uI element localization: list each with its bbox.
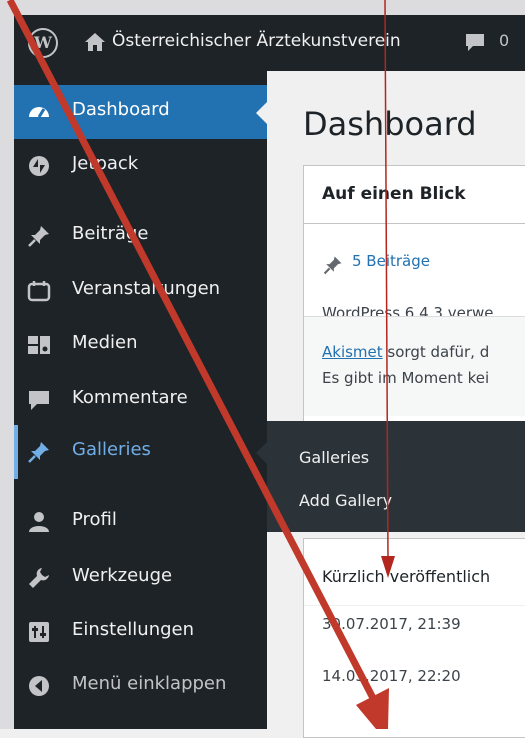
site-name-link[interactable]: Österreichischer Ärztekunstverein <box>112 31 401 51</box>
sidebar-item-tools[interactable]: Werkzeuge <box>14 551 267 605</box>
akismet-link[interactable]: Akismet <box>322 343 383 361</box>
sidebar-item-label: Dashboard <box>72 99 170 120</box>
sidebar-item-label: Menü einklappen <box>72 673 227 694</box>
akismet-line: Akismet sorgt dafür, d <box>322 343 489 361</box>
sidebar-item-media[interactable]: Medien <box>14 318 267 372</box>
panel-title: Auf einen Blick <box>322 184 466 204</box>
sidebar-item-label: Galleries <box>72 439 151 460</box>
activity-heading: Kürzlich veröffentlich <box>322 567 491 586</box>
sidebar-item-label: Profil <box>72 509 117 530</box>
dashboard-icon <box>29 107 49 118</box>
active-indicator <box>14 425 18 479</box>
pin-icon <box>28 226 49 247</box>
jetpack-icon <box>29 156 49 176</box>
calendar-icon <box>27 281 51 302</box>
sidebar-item-profile[interactable]: Profil <box>14 495 267 549</box>
admin-bar: W Österreichischer Ärztekunstverein 0 <box>14 15 525 71</box>
comment-icon <box>29 391 49 410</box>
main-content: Dashboard Auf einen Blick 5 Beiträge Wor… <box>267 71 525 738</box>
sidebar-item-label: Jetpack <box>72 153 139 174</box>
wrench-icon <box>29 568 49 588</box>
sidebar-item-dashboard[interactable]: Dashboard <box>14 85 267 139</box>
user-icon <box>29 512 49 532</box>
akismet-status-text: Es gibt im Moment kei <box>322 369 490 387</box>
page-title: Dashboard <box>303 105 477 143</box>
current-item-notch <box>256 102 267 124</box>
submenu-item-add-gallery[interactable]: Add Gallery <box>299 491 392 510</box>
sidebar-item-label: Medien <box>72 332 138 353</box>
admin-sidebar: Dashboard Jetpack Beiträge Veranstaltung <box>14 71 267 729</box>
activity-row-date: 14.03.2017, 22:20 <box>322 667 461 685</box>
activity-row-date: 30.07.2017, 21:39 <box>322 615 461 633</box>
panel-header[interactable]: Auf einen Blick <box>304 166 525 224</box>
media-icon <box>28 336 50 354</box>
posts-count-link[interactable]: 5 Beiträge <box>352 252 430 270</box>
collapse-menu-button[interactable]: Menü einklappen <box>14 659 267 713</box>
screen: W Österreichischer Ärztekunstverein 0 Da… <box>0 0 525 738</box>
at-a-glance-panel: Auf einen Blick 5 Beiträge WordPress 6.4… <box>303 165 525 465</box>
sidebar-item-label: Werkzeuge <box>72 565 173 586</box>
window-edge-left <box>0 0 14 729</box>
pin-icon <box>323 256 342 275</box>
sidebar-item-label: Kommentare <box>72 387 188 408</box>
galleries-flyout-submenu: Galleries Add Gallery <box>256 421 525 532</box>
collapse-icon <box>29 676 49 696</box>
sidebar-item-label: Beiträge <box>72 223 149 244</box>
sidebar-item-label: Veranstaltungen <box>72 278 221 299</box>
sidebar-item-galleries[interactable]: Galleries <box>14 425 267 479</box>
akismet-text: sorgt dafür, d <box>382 343 490 361</box>
comment-bubble-icon[interactable] <box>464 33 486 53</box>
window-edge-top <box>0 0 525 15</box>
divider <box>304 605 525 606</box>
sidebar-item-label: Einstellungen <box>72 619 195 640</box>
sidebar-item-jetpack[interactable]: Jetpack <box>14 139 267 193</box>
submenu-item-galleries[interactable]: Galleries <box>299 448 369 467</box>
comment-count[interactable]: 0 <box>499 31 509 50</box>
home-icon[interactable] <box>84 31 106 53</box>
sidebar-item-settings[interactable]: Einstellungen <box>14 605 267 659</box>
sidebar-item-events[interactable]: Veranstaltungen <box>14 264 267 318</box>
akismet-section: Akismet sorgt dafür, d Es gibt im Moment… <box>304 316 525 416</box>
activity-panel: Kürzlich veröffentlich 30.07.2017, 21:39… <box>303 538 525 738</box>
pin-icon <box>28 442 49 463</box>
wordpress-logo-icon[interactable]: W <box>28 28 58 58</box>
flyout-notch <box>256 442 267 464</box>
sidebar-item-comments[interactable]: Kommentare <box>14 373 267 427</box>
sidebar-item-posts[interactable]: Beiträge <box>14 209 267 263</box>
settings-icon <box>29 622 49 642</box>
